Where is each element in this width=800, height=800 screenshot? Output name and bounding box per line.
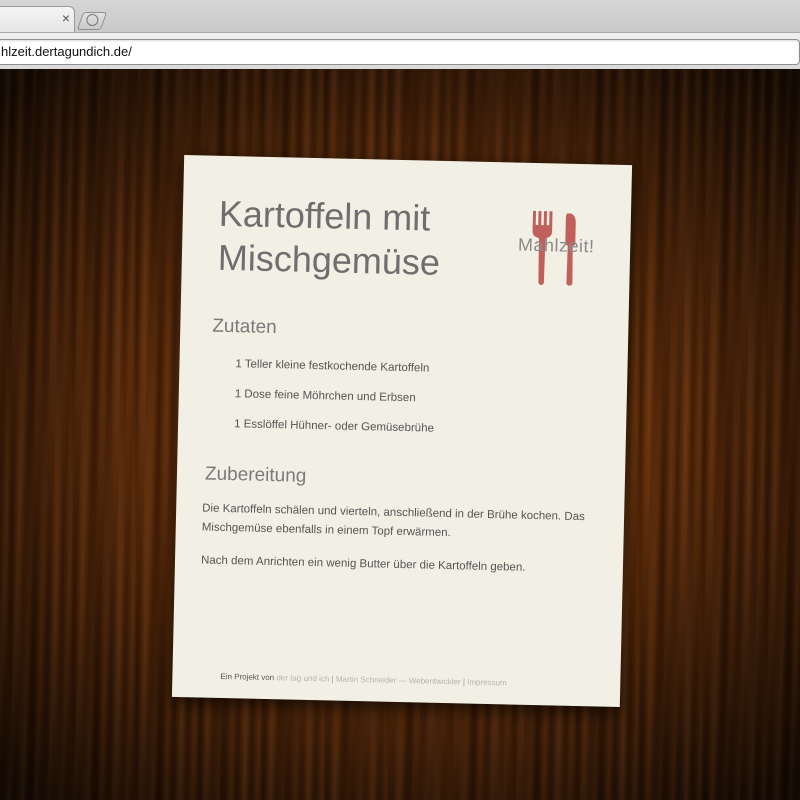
ingredient-item: 1 Teller kleine festkochende Kartoffeln [235,358,430,375]
footer-separator: | [331,674,334,684]
tab-close-icon[interactable]: × [60,11,72,25]
address-bar-url: hlzeit.dertagundich.de/ [1,44,132,59]
preparation-text: Die Kartoffeln schälen und vierteln, ans… [200,499,602,593]
recipe-title-line-2: Mischgemüse [217,236,441,283]
browser-toolbar: hlzeit.dertagundich.de/ [0,32,800,69]
mahlzeit-logo[interactable]: Mahlzeit! [505,208,607,290]
footer-prefix: Ein Projekt von [220,671,275,683]
new-tab-button[interactable] [76,12,108,30]
preparation-heading: Zubereitung [204,463,307,487]
ingredient-item: 1 Dose feine Möhrchen und Erbsen [234,388,416,405]
footer-link-project[interactable]: der tag und ich [276,673,329,683]
browser-chrome: × hlzeit.dertagundich.de/ [0,0,800,69]
recipe-title-line-1: Kartoffeln mit [218,192,431,239]
preparation-step: Die Kartoffeln schälen und vierteln, ans… [201,502,585,540]
ingredient-item: 1 Esslöffel Hühner- oder Gemüsebrühe [233,418,435,435]
ingredients-list: 1 Teller kleine festkochende Kartoffeln … [234,356,436,451]
browser-tab[interactable]: × [0,6,75,33]
logo-text: Mahlzeit! [517,234,595,257]
ingredients-heading: Zutaten [212,315,277,339]
new-tab-icon [86,14,99,26]
recipe-card: Kartoffeln mit Mischgemüse Mahlzeit! Zut… [171,154,633,708]
address-bar[interactable]: hlzeit.dertagundich.de/ [0,39,800,65]
page-footer: Ein Projekt von der tag und ich | Martin… [220,672,600,690]
footer-link-impressum[interactable]: Impressum [467,678,507,688]
footer-link-author[interactable]: Martin Schneider — Webentwickler [336,675,461,687]
preparation-step: Nach dem Anrichten ein wenig Butter über… [200,554,526,574]
footer-separator: | [462,677,466,687]
recipe-title: Kartoffeln mit Mischgemüse [217,192,479,286]
